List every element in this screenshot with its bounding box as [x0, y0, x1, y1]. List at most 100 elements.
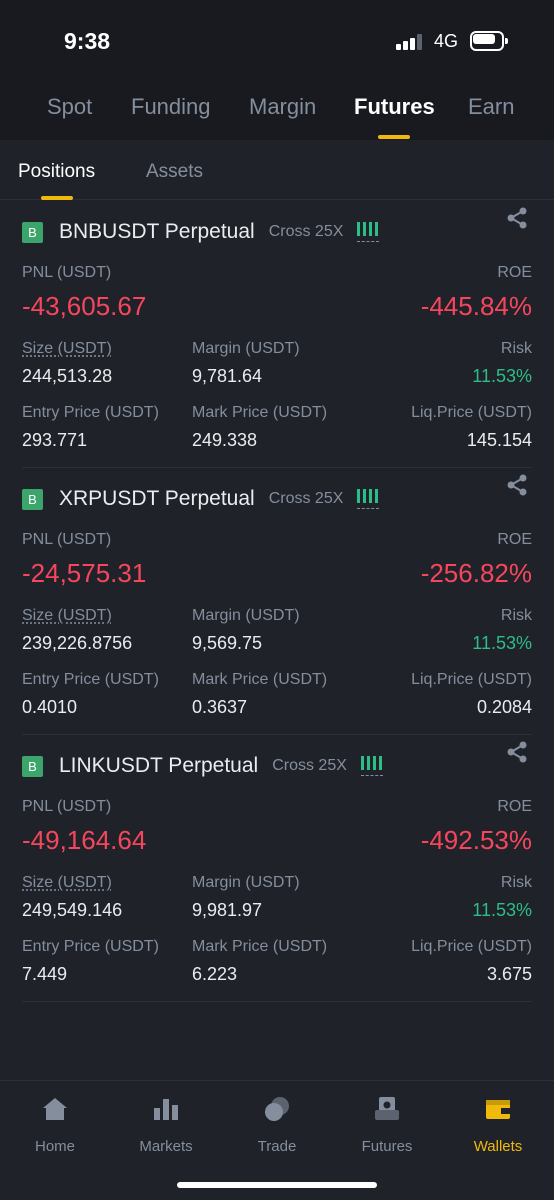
- mark-price-value: 0.3637: [192, 697, 248, 717]
- roe-value: -256.82%: [420, 558, 532, 588]
- leverage-label[interactable]: Cross 25X: [269, 490, 344, 508]
- size-value: 249,549.146: [22, 900, 123, 920]
- roe-label: ROE: [497, 264, 532, 281]
- pnl-value: -24,575.31: [22, 558, 147, 588]
- adl-indicator-icon: [357, 488, 380, 510]
- margin-label: Margin (USDT): [192, 340, 300, 357]
- wallet-icon: [486, 1100, 510, 1119]
- top-header: 9:38 4G Spot Funding Margin Futures Earn: [0, 0, 554, 140]
- tab-funding[interactable]: Funding: [131, 94, 211, 120]
- position-header: B LINKUSDT Perpetual Cross 25X: [22, 749, 532, 783]
- home-indicator[interactable]: [177, 1182, 377, 1188]
- liq-price-value: 0.2084: [476, 697, 532, 717]
- size-value: 244,513.28: [22, 366, 113, 386]
- tab-assets[interactable]: Assets: [146, 161, 203, 183]
- position-card[interactable]: B XRPUSDT Perpetual Cross 25X PNL (USDT)…: [22, 468, 532, 735]
- risk-label: Risk: [500, 340, 532, 357]
- nav-home-label: Home: [34, 1138, 75, 1155]
- tab-earn[interactable]: Earn: [468, 94, 514, 120]
- share-icon[interactable]: [506, 741, 528, 763]
- size-label[interactable]: Size (USDT): [22, 340, 112, 358]
- entry-price-label: Entry Price (USDT): [22, 671, 159, 688]
- mark-price-label: Mark Price (USDT): [192, 404, 328, 421]
- pnl-value: -49,164.64: [22, 825, 147, 855]
- trade-icon: [265, 1097, 289, 1121]
- adl-indicator-icon: [357, 221, 380, 243]
- status-bar: 9:38 4G: [0, 0, 554, 84]
- entry-price-value: 7.449: [22, 964, 68, 984]
- pnl-label: PNL (USDT): [22, 531, 112, 548]
- tab-spot[interactable]: Spot: [47, 94, 92, 120]
- margin-value: 9,981.97: [192, 900, 263, 920]
- liq-price-label: Liq.Price (USDT): [411, 938, 532, 955]
- tab-positions[interactable]: Positions: [18, 161, 95, 200]
- risk-value: 11.53%: [472, 366, 532, 386]
- position-card[interactable]: B BNBUSDT Perpetual Cross 25X PNL (USDT)…: [22, 201, 532, 468]
- nav-markets-label: Markets: [139, 1138, 193, 1155]
- mark-price-label: Mark Price (USDT): [192, 938, 328, 955]
- wallet-tabs: Spot Funding Margin Futures Earn: [0, 90, 554, 140]
- roe-value: -492.53%: [420, 825, 532, 855]
- margin-label: Margin (USDT): [192, 874, 300, 891]
- position-header: B XRPUSDT Perpetual Cross 25X: [22, 482, 532, 516]
- nav-futures[interactable]: Futures: [337, 1095, 437, 1155]
- size-label[interactable]: Size (USDT): [22, 874, 112, 892]
- roe-value: -445.84%: [420, 291, 532, 321]
- margin-label: Margin (USDT): [192, 607, 300, 624]
- exchange-badge: B: [22, 488, 43, 510]
- pnl-label: PNL (USDT): [22, 798, 112, 815]
- signal-icon: [396, 34, 426, 50]
- margin-value: 9,781.64: [192, 366, 263, 386]
- liq-price-value: 3.675: [486, 964, 532, 984]
- network-type: 4G: [434, 31, 459, 51]
- leverage-label[interactable]: Cross 25X: [272, 757, 347, 775]
- nav-markets[interactable]: Markets: [116, 1095, 216, 1155]
- liq-price-value: 145.154: [466, 430, 532, 450]
- positions-list: B BNBUSDT Perpetual Cross 25X PNL (USDT)…: [0, 201, 554, 1002]
- nav-home[interactable]: Home: [5, 1095, 105, 1155]
- futures-sub-tabs: Positions Assets: [0, 140, 554, 200]
- home-icon: [43, 1098, 67, 1120]
- pnl-label: PNL (USDT): [22, 264, 112, 281]
- nav-trade[interactable]: Trade: [227, 1095, 327, 1155]
- risk-value: 11.53%: [472, 633, 532, 653]
- risk-label: Risk: [500, 874, 532, 891]
- share-icon[interactable]: [506, 207, 528, 229]
- position-card[interactable]: B LINKUSDT Perpetual Cross 25X PNL (USDT…: [22, 735, 532, 1002]
- share-icon[interactable]: [506, 474, 528, 496]
- tab-futures[interactable]: Futures: [354, 94, 435, 139]
- risk-label: Risk: [500, 607, 532, 624]
- exchange-badge: B: [22, 221, 43, 243]
- roe-label: ROE: [497, 531, 532, 548]
- exchange-badge: B: [22, 755, 43, 777]
- position-symbol[interactable]: XRPUSDT Perpetual: [59, 487, 255, 511]
- nav-wallets[interactable]: Wallets: [448, 1095, 548, 1155]
- roe-label: ROE: [497, 798, 532, 815]
- position-symbol[interactable]: LINKUSDT Perpetual: [59, 754, 258, 778]
- leverage-label[interactable]: Cross 25X: [269, 223, 344, 241]
- mark-price-value: 6.223: [192, 964, 238, 984]
- tab-margin[interactable]: Margin: [249, 94, 316, 120]
- battery-icon: [470, 31, 508, 51]
- liq-price-label: Liq.Price (USDT): [411, 404, 532, 421]
- size-label[interactable]: Size (USDT): [22, 607, 112, 625]
- futures-icon: [375, 1097, 399, 1120]
- pnl-value: -43,605.67: [22, 291, 147, 321]
- margin-value: 9,569.75: [192, 633, 263, 653]
- nav-wallets-label: Wallets: [473, 1138, 523, 1155]
- entry-price-value: 0.4010: [22, 697, 78, 717]
- status-time: 9:38: [64, 28, 111, 54]
- nav-futures-label: Futures: [361, 1138, 413, 1155]
- mark-price-label: Mark Price (USDT): [192, 671, 328, 688]
- entry-price-value: 293.771: [22, 430, 88, 450]
- risk-value: 11.53%: [472, 900, 532, 920]
- markets-icon: [154, 1099, 178, 1120]
- entry-price-label: Entry Price (USDT): [22, 404, 159, 421]
- entry-price-label: Entry Price (USDT): [22, 938, 159, 955]
- nav-trade-label: Trade: [257, 1138, 297, 1155]
- adl-indicator-icon: [360, 755, 383, 777]
- size-value: 239,226.8756: [22, 633, 133, 653]
- position-header: B BNBUSDT Perpetual Cross 25X: [22, 215, 532, 249]
- mark-price-value: 249.338: [192, 430, 258, 450]
- position-symbol[interactable]: BNBUSDT Perpetual: [59, 220, 255, 244]
